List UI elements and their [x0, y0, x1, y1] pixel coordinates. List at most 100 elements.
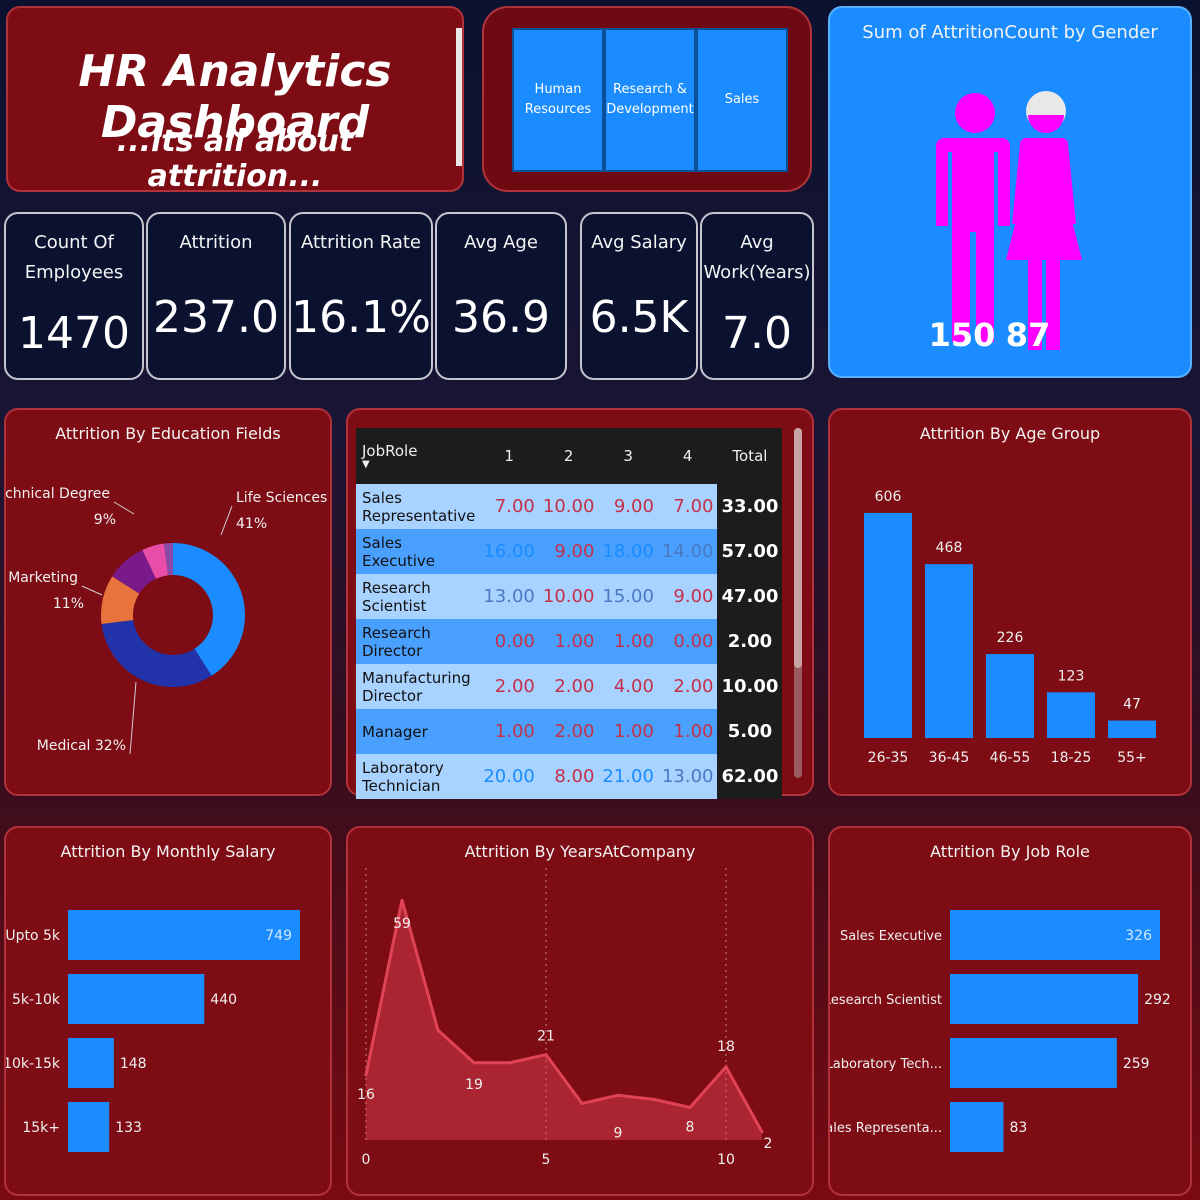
male-icon [936, 93, 1010, 342]
point-label: 9 [614, 1125, 623, 1141]
cell-value: 8.00 [538, 754, 599, 799]
salary-category-label: Upto 5k [6, 928, 61, 944]
slicer-human-resources[interactable]: Human Resources [512, 28, 604, 172]
data-point [436, 1028, 440, 1032]
jobrole-bar [950, 974, 1139, 1024]
data-point [400, 898, 404, 902]
kpi-value: 36.9 [452, 292, 550, 343]
leader-line [129, 681, 137, 755]
jobrole-bar [950, 1102, 1004, 1152]
cell-value: 9.00 [598, 484, 658, 529]
table-row[interactable]: Research Director 0.00 1.00 1.00 0.00 2.00 [356, 619, 783, 664]
col-jobrole[interactable]: JobRole ▼ [356, 428, 480, 484]
kpi-label: Count Of Employees [24, 232, 124, 283]
dashboard-subtitle: ...its all about attrition... [116, 124, 354, 194]
salary-bar-chart: Upto 5k 749 5k-10k 440 10k-15k 148 15k+ 133 [6, 910, 300, 1152]
table-header: JobRole ▼ 1 2 3 4 Total [356, 428, 783, 484]
cell-total: 10.00 [717, 664, 783, 709]
x-tick-label: 10 [717, 1152, 735, 1168]
slice-label: Marketing [8, 570, 78, 586]
cell-value: 2.00 [657, 664, 718, 709]
kpi-avg-salary: Avg Salary 6.5K [580, 212, 698, 380]
age-bar-value: 468 [936, 540, 963, 556]
slice-percent: 11% [53, 596, 84, 612]
age-tick-label: 26-35 [868, 750, 909, 766]
male-count: 150 [929, 316, 996, 354]
cell-value: 14.00 [657, 529, 718, 574]
x-tick-label: 5 [542, 1152, 551, 1168]
x-tick-label: 0 [362, 1152, 371, 1168]
salary-category-label: 5k-10k [12, 992, 61, 1008]
kpi-label: Attrition [179, 232, 253, 253]
cell-value: 13.00 [479, 574, 539, 619]
jobrole-card: Attrition By Job Role Sales Executive 326… [828, 826, 1192, 1196]
slice-percent: 41% [236, 516, 267, 532]
table-row[interactable]: Manufacturing Director 2.00 2.00 4.00 2.00 10… [356, 664, 783, 709]
age-bar [864, 512, 912, 738]
col-2[interactable]: 2 [538, 428, 599, 484]
jobrole-bar [950, 1038, 1117, 1088]
years-area-chart: 0 5 10 16 59 19 21 9 8 18 2 [357, 868, 773, 1168]
col-4[interactable]: 4 [657, 428, 718, 484]
cell-role: Manufacturing Director [356, 664, 480, 709]
cell-total: 57.00 [717, 529, 783, 574]
cell-total: 2.00 [717, 619, 783, 664]
leader-line [113, 501, 135, 515]
jobrole-matrix: JobRole ▼ 1 2 3 4 Total Sales Representa… [356, 428, 783, 799]
data-point [580, 1101, 584, 1105]
cell-total: 62.00 [717, 754, 783, 799]
cell-value: 10.00 [538, 574, 599, 619]
cell-value: 18.00 [598, 529, 658, 574]
cell-value: 0.00 [657, 619, 718, 664]
age-bar [1047, 692, 1095, 738]
department-slicer: Human Resources Research & Development S… [482, 6, 812, 192]
age-tick-label: 55+ [1117, 750, 1147, 766]
cell-total: 5.00 [717, 709, 783, 754]
slice-label: Life Sciences [236, 490, 327, 506]
data-point [364, 1073, 368, 1077]
jobrole-bar-value: 292 [1144, 992, 1171, 1008]
cell-value: 2.00 [538, 664, 599, 709]
age-bar [1108, 720, 1156, 738]
col-3[interactable]: 3 [598, 428, 658, 484]
col-1[interactable]: 1 [479, 428, 539, 484]
col-header-label: JobRole [362, 442, 418, 460]
age-tick-label: 36-45 [929, 750, 970, 766]
cell-role: Manager [356, 709, 480, 754]
salary-card: Attrition By Monthly Salary Upto 5k 749 5k… [4, 826, 332, 1196]
table-row[interactable]: Research Scientist 13.00 10.00 15.00 9.00 47.… [356, 574, 783, 619]
point-label: 2 [764, 1136, 773, 1152]
table-row[interactable]: Laboratory Technician 20.00 8.00 21.00 13.00… [356, 754, 783, 799]
slice-label: Technical Degree [6, 486, 110, 502]
slicer-sales[interactable]: Sales [696, 28, 788, 172]
years-card: Attrition By YearsAtCompany 0 5 10 16 59 19 21… [346, 826, 814, 1196]
table-scroll-thumb[interactable] [794, 428, 802, 668]
jobrole-bar-value: 259 [1123, 1056, 1150, 1072]
cell-value: 9.00 [538, 529, 599, 574]
table-row[interactable]: Sales Executive 16.00 9.00 18.00 14.00 57.00 [356, 529, 783, 574]
cell-value: 1.00 [538, 619, 599, 664]
cell-role: Sales Representative [356, 484, 480, 529]
education-card: Attrition By Education Fields Life Scien… [4, 408, 332, 796]
age-bar-value: 606 [875, 489, 902, 505]
kpi-avg-work-years: Avg Work(Years) 7.0 [700, 212, 814, 380]
education-donut-chart: Life Sciences 41% Medical 32% Marketing 11% T… [6, 486, 327, 755]
cell-role: Research Director [356, 619, 480, 664]
cell-value: 7.00 [479, 484, 539, 529]
age-bar [986, 654, 1034, 738]
data-point [508, 1061, 512, 1065]
cell-value: 1.00 [479, 709, 539, 754]
cell-value: 20.00 [479, 754, 539, 799]
cell-value: 16.00 [479, 529, 539, 574]
col-total[interactable]: Total [717, 428, 783, 484]
jobrole-bar-value: 83 [1009, 1120, 1027, 1136]
jobrole-bar-chart: Sales Executive 326 Research Scientist 292 L… [830, 910, 1171, 1152]
salary-bar-value: 133 [115, 1120, 142, 1136]
data-point [544, 1053, 548, 1057]
slicer-research-development[interactable]: Research & Development [604, 28, 696, 172]
table-row[interactable]: Sales Representative 7.00 10.00 9.00 7.00 33.… [356, 484, 783, 529]
leader-line [81, 585, 103, 596]
salary-bar-value: 440 [210, 992, 237, 1008]
cell-value: 4.00 [598, 664, 658, 709]
table-row[interactable]: Manager 1.00 2.00 1.00 1.00 5.00 [356, 709, 783, 754]
